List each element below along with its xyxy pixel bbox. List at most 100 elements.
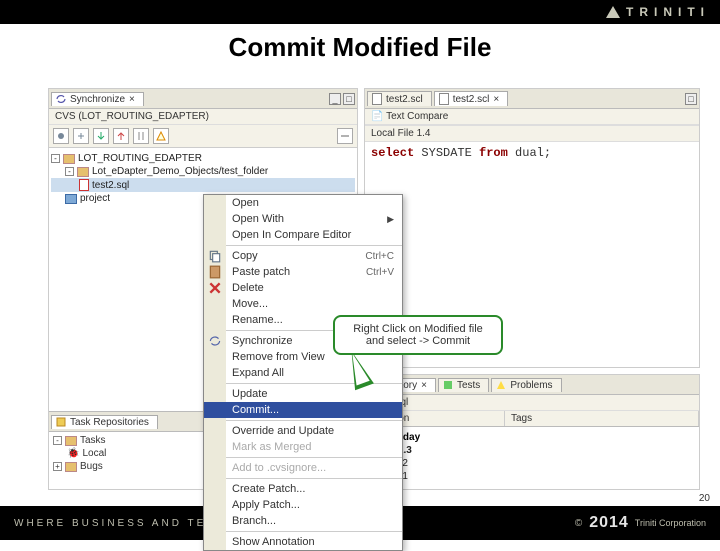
menu-show-annotation-label: Show Annotation <box>232 536 315 548</box>
menu-merged-label: Mark as Merged <box>232 441 311 453</box>
menu-paste-shortcut: Ctrl+V <box>366 267 394 278</box>
tree-file-label: test2.sql <box>92 180 129 191</box>
menu-delete[interactable]: Delete <box>204 280 402 296</box>
tab-task-repositories[interactable]: Task Repositories <box>51 415 158 429</box>
file-icon <box>372 93 382 105</box>
menu-open-compare-label: Open In Compare Editor <box>232 229 351 241</box>
file-icon <box>79 179 89 191</box>
menu-move[interactable]: Move... <box>204 296 402 312</box>
tab-file-a[interactable]: test2.scl <box>367 91 432 106</box>
problems-icon <box>496 380 506 390</box>
menu-cvsignore-label: Add to .cvsignore... <box>232 462 326 474</box>
collapse-icon[interactable]: - <box>53 436 62 445</box>
kw-select: select <box>371 146 414 160</box>
tasks-label: Tasks <box>80 435 106 446</box>
copyright-symbol: © <box>575 518 583 529</box>
close-icon[interactable]: × <box>421 380 427 391</box>
maximize-button[interactable]: □ <box>685 93 697 105</box>
menu-delete-label: Delete <box>232 282 264 294</box>
menu-override-update[interactable]: Override and Update <box>204 423 402 439</box>
instruction-callout: Right Click on Modified file and select … <box>333 315 503 355</box>
toolbar-nav-icon[interactable] <box>73 128 89 144</box>
folder-icon <box>65 436 77 446</box>
compare-title: Text Compare <box>386 111 448 122</box>
menu-open[interactable]: Open <box>204 195 402 211</box>
toolbar-conflict-icon[interactable] <box>153 128 169 144</box>
submenu-arrow-icon: ▶ <box>387 214 394 225</box>
sql-col: SYSDATE <box>414 146 479 160</box>
local-file-label: Local File 1.4 <box>365 125 699 142</box>
paste-icon <box>208 265 222 279</box>
tree-file-selected[interactable]: test2.sql <box>51 178 355 192</box>
expand-icon[interactable]: + <box>53 462 62 471</box>
tree-root[interactable]: - LOT_ROUTING_EDAPTER <box>51 152 355 165</box>
revision-row[interactable]: 1.1 <box>367 470 697 483</box>
sync-toolbar <box>49 125 357 148</box>
toolbar-incoming-icon[interactable] <box>93 128 109 144</box>
file-icon <box>439 93 449 105</box>
close-icon[interactable]: × <box>493 94 499 105</box>
maximize-button[interactable]: □ <box>343 93 355 105</box>
menu-rename-label: Rename... <box>232 314 283 326</box>
menu-override-label: Override and Update <box>232 425 334 437</box>
menu-commit[interactable]: Commit... <box>204 402 402 418</box>
tab-synchronize-label: Synchronize <box>70 94 125 105</box>
col-tags[interactable]: Tags <box>505 411 699 426</box>
slide-page-number: 20 <box>699 493 710 504</box>
menu-separator <box>226 478 402 479</box>
history-file: test2.sql <box>365 395 699 411</box>
copy-icon <box>208 249 222 263</box>
toolbar-menu-icon[interactable] <box>337 128 353 144</box>
menu-expand-label: Expand All <box>232 367 284 379</box>
menu-paste-patch[interactable]: Paste patch Ctrl+V <box>204 264 402 280</box>
toolbar-both-icon[interactable] <box>133 128 149 144</box>
menu-show-annotation[interactable]: Show Annotation <box>204 534 402 550</box>
history-tree: - ▦ Today *1.3 1.2 1.1 <box>365 427 699 487</box>
menu-separator <box>226 383 402 384</box>
footer-corp: Triniti Corporation <box>635 518 706 528</box>
menu-branch[interactable]: Branch... <box>204 513 402 529</box>
close-icon[interactable]: × <box>129 94 135 105</box>
editor-tab-row: test2.scl test2.scl × □ <box>365 89 699 109</box>
kw-from: from <box>479 146 508 160</box>
bugs-label: Bugs <box>80 461 103 472</box>
minimize-button[interactable]: _ <box>329 93 341 105</box>
toolbar-outgoing-icon[interactable] <box>113 128 129 144</box>
history-today[interactable]: - ▦ Today <box>367 431 697 444</box>
history-view: History × Tests Problems test2.sql Revis… <box>364 374 700 490</box>
history-tab-row: History × Tests Problems <box>365 375 699 395</box>
local-label: Local <box>82 448 106 459</box>
sql-editor[interactable]: select SYSDATE from dual; <box>365 142 699 164</box>
menu-copy[interactable]: CopyCtrl+C <box>204 248 402 264</box>
expand-icon[interactable]: - <box>65 167 74 176</box>
menu-open-with-label: Open With <box>232 213 284 225</box>
tab-problems[interactable]: Problems <box>491 378 561 392</box>
toolbar-pin-icon[interactable] <box>53 128 69 144</box>
menu-synchronize-label: Synchronize <box>232 335 293 347</box>
menu-open-compare[interactable]: Open In Compare Editor <box>204 227 402 243</box>
compare-title-row: 📄 Text Compare <box>365 109 699 125</box>
menu-paste-label: Paste patch <box>232 266 290 278</box>
menu-branch-label: Branch... <box>232 515 276 527</box>
menu-update-label: Update <box>232 388 267 400</box>
menu-separator <box>226 457 402 458</box>
revision-row[interactable]: 1.2 <box>367 457 697 470</box>
tab-problems-label: Problems <box>510 380 552 391</box>
menu-open-with[interactable]: Open With ▶ <box>204 211 402 227</box>
menu-create-patch[interactable]: Create Patch... <box>204 481 402 497</box>
footer-year: 2014 <box>589 514 629 532</box>
brand-triangle-icon <box>606 6 620 18</box>
expand-icon[interactable]: - <box>51 154 60 163</box>
tab-tests[interactable]: Tests <box>438 378 489 392</box>
menu-copy-shortcut: Ctrl+C <box>365 251 394 262</box>
revision-row[interactable]: *1.3 <box>367 444 697 457</box>
tab-synchronize[interactable]: Synchronize × <box>51 92 144 106</box>
menu-add-cvsignore: Add to .cvsignore... <box>204 460 402 476</box>
tree-folder[interactable]: - Lot_eDapter_Demo_Objects/test_folder <box>51 165 355 178</box>
menu-update[interactable]: Update <box>204 386 402 402</box>
tab-file-a-label: test2.scl <box>386 94 423 105</box>
tab-task-repositories-label: Task Repositories <box>70 417 149 428</box>
menu-apply-patch[interactable]: Apply Patch... <box>204 497 402 513</box>
history-columns: Revision Tags <box>365 411 699 427</box>
tab-file-b[interactable]: test2.scl × <box>434 91 509 106</box>
